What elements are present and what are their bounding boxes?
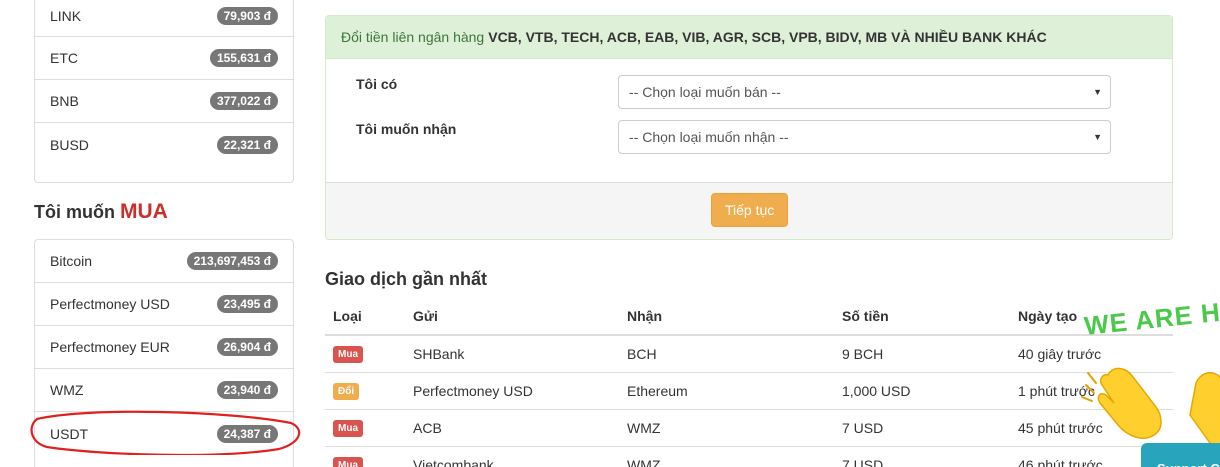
coin-name: ETC <box>50 50 78 66</box>
buy-heading-highlight: MUA <box>120 200 168 223</box>
price-badge: 26,904 đ <box>216 338 278 356</box>
amount-cell: 1,000 USD <box>834 371 1010 409</box>
table-row: Đổi Perfectmoney USD Ethereum 1,000 USD … <box>325 371 1173 409</box>
exchange-banner-text: Đổi tiền liên ngân hàng <box>341 29 485 45</box>
rate-item-bnb[interactable]: BNB 377,022 đ <box>35 80 293 123</box>
buy-heading: Tôi muốn MUA <box>34 200 168 224</box>
receive-select[interactable]: -- Chọn loại muốn nhận -- ▼ <box>618 120 1111 154</box>
receive-cell: WMZ <box>619 445 834 467</box>
rate-item-bitcoin[interactable]: Bitcoin 213,697,453 đ <box>35 240 293 283</box>
buy-heading-prefix: Tôi muốn <box>34 202 115 222</box>
type-badge: Mua <box>333 346 363 364</box>
have-select-value: -- Chọn loại muốn bán -- <box>629 84 781 100</box>
coin-name: BUSD <box>50 136 89 153</box>
column-header-amount: Số tiền <box>834 298 1010 336</box>
send-cell: Vietcombank <box>405 445 619 467</box>
rate-item-perfectmoney-usd[interactable]: Perfectmoney USD 23,495 đ <box>35 283 293 326</box>
receive-cell: WMZ <box>619 408 834 446</box>
rate-item-perfectmoney-eur[interactable]: Perfectmoney EUR 26,904 đ <box>35 326 293 369</box>
send-cell: Perfectmoney USD <box>405 371 619 409</box>
support-chat-button[interactable]: Support C <box>1141 443 1220 467</box>
table-row: Mua Vietcombank WMZ 7 USD 46 phút trước <box>325 445 1173 467</box>
coin-name: Perfectmoney EUR <box>50 339 170 355</box>
amount-cell: 7 USD <box>834 408 1010 446</box>
amount-cell: 7 USD <box>834 445 1010 467</box>
waving-hand-icon[interactable] <box>1078 345 1220 455</box>
coin-name: USDT <box>50 425 89 442</box>
price-badge: 377,022 đ <box>209 92 278 110</box>
continue-button[interactable]: Tiếp tục <box>711 193 789 227</box>
send-cell: ACB <box>405 408 619 446</box>
chevron-down-icon: ▼ <box>1093 132 1102 142</box>
column-header-send: Gửi <box>405 298 619 336</box>
coin-name: Bitcoin <box>50 253 93 269</box>
coin-name: LINK <box>50 7 82 24</box>
exchange-banner: Đổi tiền liên ngân hàng VCB, VTB, TECH, … <box>326 16 1172 59</box>
receive-cell: Ethereum <box>619 371 834 409</box>
price-badge: 22,321 đ <box>216 135 278 154</box>
type-badge: Đổi <box>333 383 360 400</box>
rate-item-usdt[interactable]: USDT 24,387 đ <box>35 412 293 455</box>
rate-item-etc[interactable]: ETC 155,631 đ <box>35 37 293 80</box>
amount-cell: 9 BCH <box>834 334 1010 372</box>
buy-rates-list: Bitcoin 213,697,453 đ Perfectmoney USD 2… <box>34 239 294 467</box>
have-select[interactable]: -- Chọn loại muốn bán -- ▼ <box>618 75 1111 109</box>
send-cell: SHBank <box>405 334 619 372</box>
type-badge: Mua <box>333 420 363 437</box>
receive-cell: BCH <box>619 334 834 372</box>
price-badge: 155,631 đ <box>209 49 278 67</box>
have-label: Tôi có <box>356 76 398 92</box>
exchange-banner-banks: VCB, VTB, TECH, ACB, EAB, VIB, AGR, SCB,… <box>488 29 1047 45</box>
rate-item-busd[interactable]: BUSD 22,321 đ <box>35 123 293 166</box>
exchange-panel-footer: Tiếp tục <box>326 182 1172 239</box>
receive-label: Tôi muốn nhận <box>356 121 457 137</box>
rate-item-link[interactable]: LINK 79,903 đ <box>35 0 293 37</box>
price-badge: 23,495 đ <box>216 295 278 313</box>
recent-transactions-table: Loại Gửi Nhận Số tiền Ngày tạo Mua SHBan… <box>325 298 1173 467</box>
type-badge: Mua <box>333 457 363 467</box>
table-header-row: Loại Gửi Nhận Số tiền Ngày tạo <box>325 298 1173 336</box>
exchange-panel: Đổi tiền liên ngân hàng VCB, VTB, TECH, … <box>325 15 1173 240</box>
receive-select-value: -- Chọn loại muốn nhận -- <box>629 129 789 145</box>
sell-rates-list: LINK 79,903 đ ETC 155,631 đ BNB 377,022 … <box>34 0 294 183</box>
coin-name: Perfectmoney USD <box>50 296 170 312</box>
table-row: Mua ACB WMZ 7 USD 45 phút trước <box>325 408 1173 446</box>
rate-item-wmz[interactable]: WMZ 23,940 đ <box>35 369 293 412</box>
table-row: Mua SHBank BCH 9 BCH 40 giây trước <box>325 334 1173 372</box>
price-badge: 213,697,453 đ <box>186 252 278 270</box>
chevron-down-icon: ▼ <box>1093 87 1102 97</box>
column-header-receive: Nhận <box>619 298 834 336</box>
coin-name: WMZ <box>50 382 84 398</box>
recent-transactions-title: Giao dịch gần nhất <box>325 269 488 289</box>
price-badge: 79,903 đ <box>216 6 278 25</box>
column-header-type: Loại <box>325 298 405 336</box>
price-badge: 23,940 đ <box>216 381 278 399</box>
coin-name: BNB <box>50 93 79 109</box>
price-badge: 24,387 đ <box>216 424 278 443</box>
